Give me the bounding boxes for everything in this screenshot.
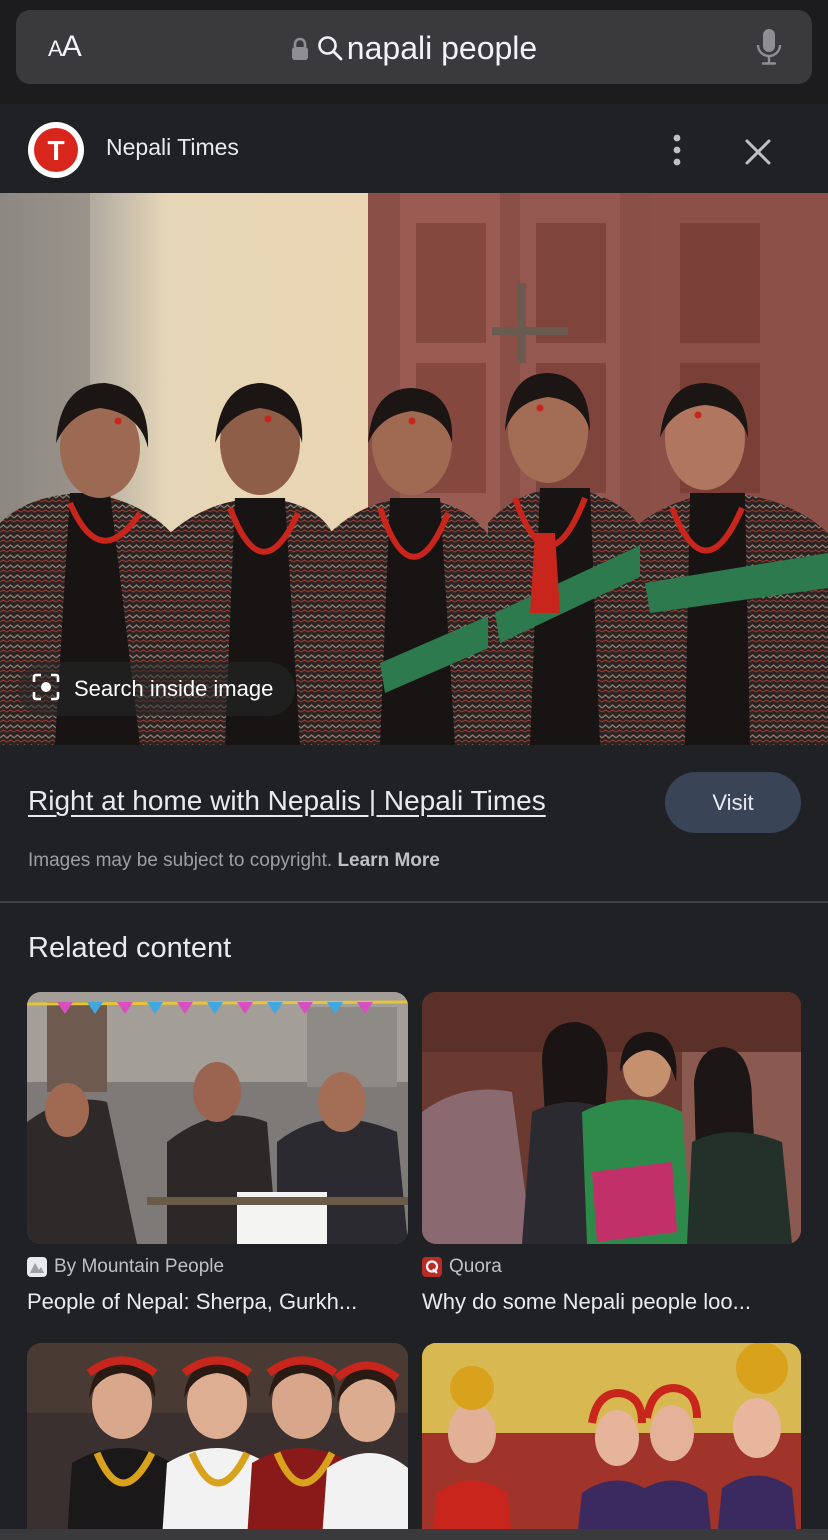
lens-icon <box>32 673 60 706</box>
copyright-notice: Images may be subject to copyright. Lear… <box>28 850 440 871</box>
related-caption[interactable]: People of Nepal: Sherpa, Gurkh... <box>27 1289 408 1315</box>
quora-favicon <box>422 1257 442 1277</box>
search-inside-image-button[interactable]: Search inside image <box>18 662 296 716</box>
related-caption[interactable]: Why do some Nepali people loo... <box>422 1289 803 1315</box>
lock-icon <box>291 32 309 69</box>
learn-more-link[interactable]: Learn More <box>337 850 439 871</box>
related-source: By Mountain People <box>27 1256 224 1278</box>
source-header: T Nepali Times <box>0 104 828 192</box>
section-divider <box>0 901 828 903</box>
related-card[interactable]: By Mountain People People of Nepal: Sher… <box>27 992 408 1314</box>
related-card[interactable] <box>422 1343 801 1539</box>
related-thumbnail[interactable] <box>422 992 801 1244</box>
more-options-icon[interactable] <box>660 130 694 170</box>
related-card[interactable] <box>27 1343 408 1539</box>
close-icon[interactable] <box>738 132 778 172</box>
search-query-text: napali people <box>346 30 538 66</box>
address-bar[interactable]: AA napali people <box>16 10 812 84</box>
related-card[interactable]: Quora Why do some Nepali people loo... <box>422 992 801 1314</box>
related-source: Quora <box>422 1256 502 1278</box>
related-content-heading: Related content <box>28 932 232 964</box>
search-icon <box>317 32 343 69</box>
mountain-people-favicon <box>27 1257 47 1277</box>
address-bar-query[interactable]: napali people <box>16 30 812 69</box>
nepali-times-logo: T <box>28 122 84 178</box>
source-name[interactable]: Nepali Times <box>106 134 239 161</box>
search-inside-image-label: Search inside image <box>74 676 274 701</box>
microphone-icon[interactable] <box>756 28 782 71</box>
browser-toolbar: AA napali people <box>0 0 828 104</box>
visit-button[interactable]: Visit <box>665 772 801 833</box>
related-thumbnail[interactable] <box>27 1343 408 1539</box>
related-thumbnail[interactable] <box>27 992 408 1244</box>
result-title-link[interactable]: Right at home with Nepalis | Nepali Time… <box>28 785 546 817</box>
bottom-bar <box>0 1529 828 1540</box>
main-result-image[interactable]: Search inside image <box>0 193 828 745</box>
related-thumbnail[interactable] <box>422 1343 801 1539</box>
